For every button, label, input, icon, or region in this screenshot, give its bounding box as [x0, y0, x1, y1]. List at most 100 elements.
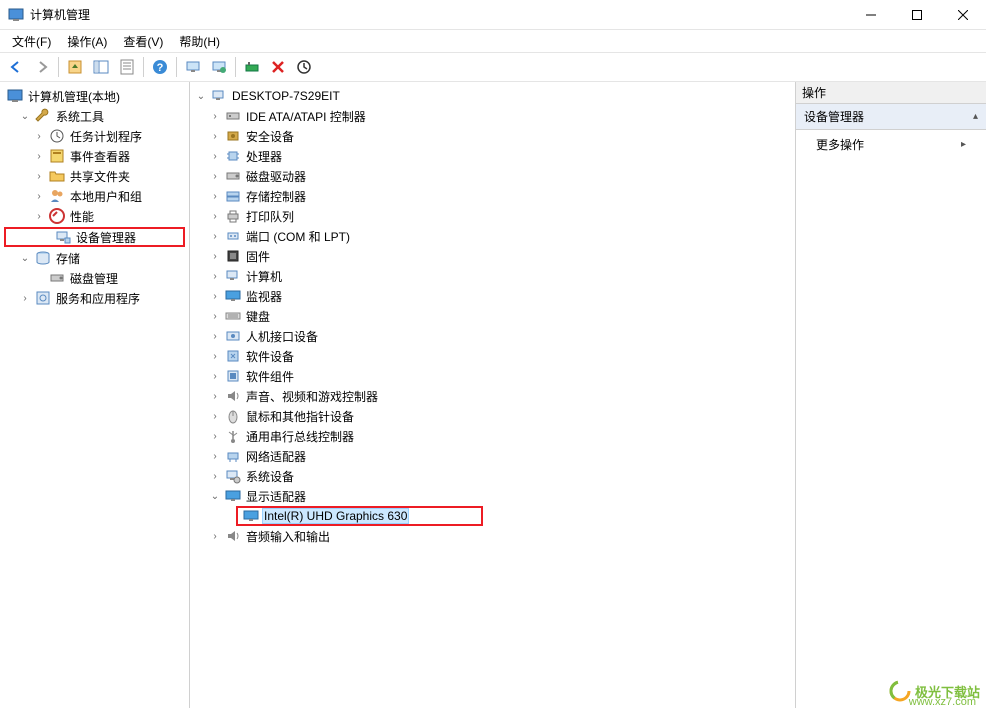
expand-icon[interactable]: ›	[208, 169, 222, 183]
update-driver-button[interactable]	[292, 55, 316, 79]
expand-icon[interactable]: ›	[208, 249, 222, 263]
device-category[interactable]: ›处理器	[190, 146, 795, 166]
storage-icon	[35, 250, 51, 266]
view-resources-button[interactable]	[207, 55, 231, 79]
folder-share-icon	[49, 168, 65, 184]
device-category[interactable]: ›固件	[190, 246, 795, 266]
menu-file[interactable]: 文件(F)	[4, 31, 59, 52]
expand-icon[interactable]: ›	[208, 109, 222, 123]
expand-icon[interactable]: ›	[208, 149, 222, 163]
tree-label: 任务计划程序	[68, 127, 144, 146]
tree-label: 本地用户和组	[68, 187, 144, 206]
view-devices-button[interactable]	[181, 55, 205, 79]
expand-icon[interactable]: ›	[208, 369, 222, 383]
toolbar-separator	[176, 57, 177, 77]
actions-section[interactable]: 设备管理器 ▴	[796, 104, 986, 130]
tree-event-viewer[interactable]: › 事件查看器	[0, 146, 189, 166]
expand-icon[interactable]: ›	[208, 469, 222, 483]
device-category[interactable]: ›网络适配器	[190, 446, 795, 466]
up-button[interactable]	[63, 55, 87, 79]
device-category[interactable]: ›存储控制器	[190, 186, 795, 206]
help-button[interactable]: ?	[148, 55, 172, 79]
device-category[interactable]: ›打印队列	[190, 206, 795, 226]
expand-icon[interactable]: ›	[208, 209, 222, 223]
menu-view[interactable]: 查看(V)	[115, 31, 171, 52]
menu-action[interactable]: 操作(A)	[59, 31, 115, 52]
tree-system-tools[interactable]: ⌄ 系统工具	[0, 106, 189, 126]
console-tree-pane: 计算机管理(本地) ⌄ 系统工具 › 任务计划程序 › 事件查看器 › 共享文件…	[0, 82, 190, 708]
expand-icon[interactable]: ›	[32, 129, 46, 143]
expand-icon[interactable]: ›	[208, 269, 222, 283]
expand-icon[interactable]: ›	[32, 189, 46, 203]
menu-help[interactable]: 帮助(H)	[171, 31, 228, 52]
expand-icon[interactable]: ›	[32, 169, 46, 183]
device-category[interactable]: ›系统设备	[190, 466, 795, 486]
expand-icon[interactable]: ›	[208, 189, 222, 203]
expand-icon[interactable]: ›	[208, 529, 222, 543]
actions-more[interactable]: 更多操作 ▸	[796, 130, 986, 159]
device-gpu[interactable]: Intel(R) UHD Graphics 630	[190, 506, 795, 526]
tree-shared-folders[interactable]: › 共享文件夹	[0, 166, 189, 186]
tree-task-scheduler[interactable]: › 任务计划程序	[0, 126, 189, 146]
collapse-icon[interactable]: ⌄	[208, 489, 222, 503]
expand-icon[interactable]: ›	[32, 149, 46, 163]
back-button[interactable]	[4, 55, 28, 79]
tree-label: 鼠标和其他指针设备	[244, 407, 356, 426]
device-category[interactable]: › 软件组件	[190, 366, 795, 386]
expand-icon[interactable]: ›	[208, 129, 222, 143]
tree-storage[interactable]: ⌄ 存储	[0, 248, 189, 268]
device-category[interactable]: › 安全设备	[190, 126, 795, 146]
tree-services-apps[interactable]: › 服务和应用程序	[0, 288, 189, 308]
device-category[interactable]: › 端口 (COM 和 LPT)	[190, 226, 795, 246]
tree-root[interactable]: 计算机管理(本地)	[0, 86, 189, 106]
tree-disk-mgmt[interactable]: 磁盘管理	[0, 268, 189, 288]
tree-performance[interactable]: › 性能	[0, 206, 189, 226]
expand-icon[interactable]: ›	[208, 309, 222, 323]
actions-header: 操作	[796, 82, 986, 104]
expand-icon[interactable]: ›	[208, 289, 222, 303]
show-hide-tree-button[interactable]	[89, 55, 113, 79]
device-category[interactable]: ›监视器	[190, 286, 795, 306]
device-category[interactable]: ›IDE ATA/ATAPI 控制器	[190, 106, 795, 126]
uninstall-button[interactable]	[266, 55, 290, 79]
tree-local-users[interactable]: › 本地用户和组	[0, 186, 189, 206]
device-root[interactable]: ⌄ DESKTOP-7S29EIT	[190, 86, 795, 106]
tree-label: 软件组件	[244, 367, 296, 386]
expand-icon[interactable]: ›	[208, 229, 222, 243]
security-icon	[225, 128, 241, 144]
tree-label: 安全设备	[244, 127, 296, 146]
close-button[interactable]	[940, 0, 986, 30]
tree-device-manager[interactable]: 设备管理器	[4, 227, 185, 247]
expand-icon[interactable]: ›	[208, 409, 222, 423]
tree-label: 端口 (COM 和 LPT)	[244, 227, 352, 246]
audio-icon	[225, 528, 241, 544]
maximize-button[interactable]	[894, 0, 940, 30]
properties-button[interactable]	[115, 55, 139, 79]
expand-icon[interactable]: ›	[32, 209, 46, 223]
device-category[interactable]: ›计算机	[190, 266, 795, 286]
device-category[interactable]: ›软件设备	[190, 346, 795, 366]
expand-icon[interactable]: ›	[208, 449, 222, 463]
device-category[interactable]: ›键盘	[190, 306, 795, 326]
device-display-adapters[interactable]: ⌄ 显示适配器	[190, 486, 795, 506]
monitor-icon	[225, 288, 241, 304]
expand-icon[interactable]: ›	[208, 389, 222, 403]
collapse-icon[interactable]: ⌄	[18, 109, 32, 123]
expand-icon[interactable]: ›	[18, 291, 32, 305]
device-category[interactable]: ›通用串行总线控制器	[190, 426, 795, 446]
tree-label: 显示适配器	[244, 487, 308, 506]
device-category[interactable]: ›人机接口设备	[190, 326, 795, 346]
expand-icon[interactable]: ›	[208, 329, 222, 343]
tree-label: Intel(R) UHD Graphics 630	[262, 508, 409, 524]
scan-hardware-button[interactable]	[240, 55, 264, 79]
expand-icon[interactable]: ›	[208, 429, 222, 443]
forward-button[interactable]	[30, 55, 54, 79]
minimize-button[interactable]	[848, 0, 894, 30]
device-category[interactable]: › 鼠标和其他指针设备	[190, 406, 795, 426]
device-category[interactable]: ›磁盘驱动器	[190, 166, 795, 186]
collapse-icon[interactable]: ⌄	[194, 89, 208, 103]
device-audio-io[interactable]: › 音频输入和输出	[190, 526, 795, 546]
collapse-icon[interactable]: ⌄	[18, 251, 32, 265]
device-category[interactable]: ›声音、视频和游戏控制器	[190, 386, 795, 406]
expand-icon[interactable]: ›	[208, 349, 222, 363]
